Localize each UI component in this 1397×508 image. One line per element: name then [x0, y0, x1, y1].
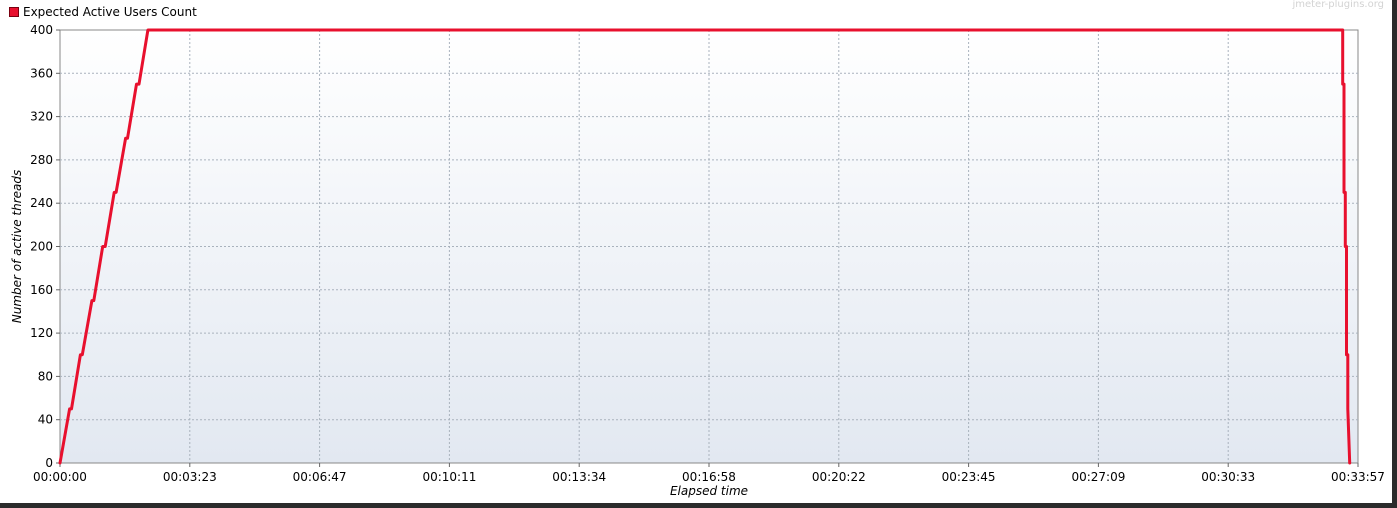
x-tick-label: 00:16:58: [682, 470, 736, 484]
y-tick-label: 200: [30, 240, 53, 254]
x-axis-ticks: 00:00:00 00:03:23 00:06:47 00:10:11 00:13:34…: [33, 463, 1385, 484]
y-tick-label: 280: [30, 153, 53, 167]
x-tick-label: 00:10:11: [422, 470, 476, 484]
y-axis-ticks: 0 40 80 120 160 200 240 280 320 360 400: [30, 23, 60, 470]
x-tick-label: 00:33:57: [1331, 470, 1385, 484]
y-tick-label: 40: [38, 413, 53, 427]
y-tick-label: 240: [30, 196, 53, 210]
legend-swatch: [9, 7, 19, 17]
y-tick-label: 80: [38, 369, 53, 383]
y-tick-label: 400: [30, 23, 53, 37]
x-tick-label: 00:20:22: [812, 470, 866, 484]
chart-panel: 0 40 80 120 160 200 240 280 320 360 400 00:00:00 00…: [0, 0, 1392, 503]
x-axis-title: Elapsed time: [670, 484, 748, 498]
x-tick-label: 00:13:34: [552, 470, 606, 484]
y-axis-title: Number of active threads: [10, 170, 24, 324]
x-tick-label: 00:30:33: [1201, 470, 1255, 484]
y-tick-label: 120: [30, 326, 53, 340]
x-tick-label: 00:03:23: [163, 470, 217, 484]
y-tick-label: 360: [30, 66, 53, 80]
legend-label: Expected Active Users Count: [23, 5, 197, 19]
y-tick-label: 320: [30, 110, 53, 124]
y-tick-label: 160: [30, 283, 53, 297]
legend: Expected Active Users Count: [9, 5, 197, 19]
x-tick-label: 00:00:00: [33, 470, 87, 484]
watermark: jmeter-plugins.org: [1292, 0, 1384, 10]
y-tick-label: 0: [45, 456, 53, 470]
x-tick-label: 00:23:45: [942, 470, 996, 484]
x-tick-label: 00:06:47: [293, 470, 347, 484]
x-tick-label: 00:27:09: [1071, 470, 1125, 484]
line-chart: 04080120160200240280320360400 00:00:00 00…: [10, 23, 1385, 498]
